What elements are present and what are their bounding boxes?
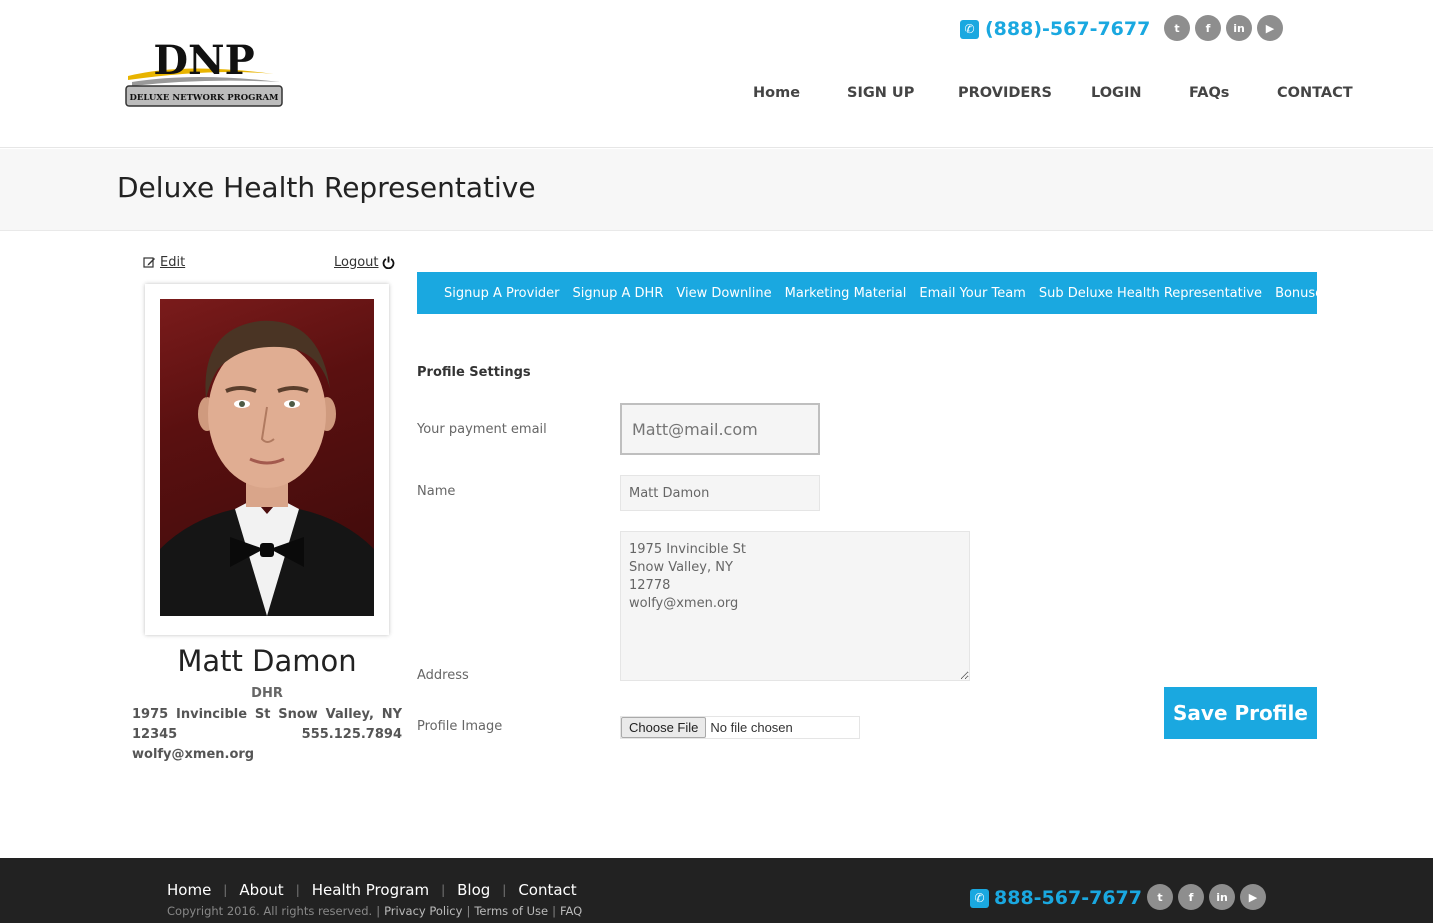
site-header: DNP DELUXE NETWORK PROGRAM ✆ (888)-567-7…	[0, 0, 1433, 148]
terms-of-use-link[interactable]: Terms of Use	[474, 904, 548, 918]
menu-signup-dhr[interactable]: Signup A DHR	[573, 286, 664, 301]
menu-bonuses[interactable]: Bonuses	[1275, 286, 1330, 301]
logout-label: Logout	[334, 255, 379, 270]
power-icon	[382, 256, 394, 269]
footer-link-health-program[interactable]: Health Program	[312, 881, 429, 899]
menu-view-downline[interactable]: View Downline	[676, 286, 771, 301]
profile-photo-frame	[145, 284, 389, 635]
address-textarea[interactable]: 1975 Invincible St Snow Valley, NY 12778…	[620, 531, 970, 681]
phone-icon: ✆	[960, 19, 979, 39]
footer-separator: |	[295, 883, 300, 897]
footer-link-about[interactable]: About	[239, 881, 283, 899]
footer-copyright: Copyright 2016. All rights reserved. | P…	[167, 904, 582, 918]
profile-image-label: Profile Image	[417, 719, 503, 734]
nav-faqs[interactable]: FAQs	[1189, 85, 1277, 101]
footer-phone[interactable]: ✆ 888-567-7677	[970, 887, 1142, 909]
menu-sub-dhr[interactable]: Sub Deluxe Health Representative	[1039, 286, 1262, 301]
address-label: Address	[417, 668, 469, 683]
menu-marketing-material[interactable]: Marketing Material	[785, 286, 907, 301]
youtube-icon[interactable]: ▶	[1240, 884, 1266, 910]
profile-image-file-input[interactable]: Choose File No file chosen	[620, 716, 860, 739]
footer-separator: |	[502, 883, 507, 897]
header-social-links: t f in ▶	[1164, 15, 1283, 41]
payment-email-input[interactable]	[620, 403, 820, 455]
save-profile-button[interactable]: Save Profile	[1164, 687, 1317, 739]
footer-link-home[interactable]: Home	[167, 881, 211, 899]
privacy-policy-link[interactable]: Privacy Policy	[384, 904, 462, 918]
site-footer: Home | About | Health Program | Blog | C…	[0, 858, 1433, 923]
footer-separator: |	[223, 883, 228, 897]
header-phone-number: (888)-567-7677	[985, 18, 1151, 40]
page-title: Deluxe Health Representative	[117, 171, 536, 204]
phone-icon: ✆	[970, 888, 989, 908]
site-logo[interactable]: DNP DELUXE NETWORK PROGRAM	[124, 36, 284, 110]
facebook-icon[interactable]: f	[1178, 884, 1204, 910]
footer-social-links: t f in ▶	[1147, 884, 1266, 910]
footer-separator: |	[552, 904, 556, 918]
name-input[interactable]	[620, 475, 820, 511]
profile-settings-title: Profile Settings	[417, 365, 531, 380]
payment-email-label: Your payment email	[417, 422, 547, 437]
menu-signup-provider[interactable]: Signup A Provider	[444, 286, 560, 301]
footer-separator: |	[441, 883, 446, 897]
nav-login[interactable]: LOGIN	[1091, 85, 1189, 101]
profile-name: Matt Damon	[177, 644, 357, 678]
footer-phone-number: 888-567-7677	[994, 887, 1142, 909]
nav-home[interactable]: Home	[753, 85, 847, 101]
footer-link-contact[interactable]: Contact	[518, 881, 576, 899]
profile-role: DHR	[251, 686, 283, 701]
header-phone[interactable]: ✆ (888)-567-7677	[960, 18, 1150, 40]
copyright-text: Copyright 2016. All rights reserved.	[167, 904, 373, 918]
youtube-icon[interactable]: ▶	[1257, 15, 1283, 41]
footer-separator: |	[376, 904, 381, 918]
twitter-icon[interactable]: t	[1147, 884, 1173, 910]
title-band: Deluxe Health Representative	[0, 149, 1433, 231]
profile-photo-portrait	[160, 320, 374, 616]
dashboard-menu: Signup A Provider Signup A DHR View Down…	[417, 272, 1330, 314]
footer-separator: |	[466, 904, 471, 918]
file-status: No file chosen	[710, 720, 793, 735]
logo-subtitle: DELUXE NETWORK PROGRAM	[130, 93, 280, 103]
edit-label: Edit	[160, 255, 186, 270]
profile-photo	[160, 299, 374, 616]
profile-address: 1975 Invincible St Snow Valley, NY 12345…	[132, 707, 402, 762]
twitter-icon[interactable]: t	[1164, 15, 1190, 41]
edit-icon	[143, 257, 155, 268]
linkedin-icon[interactable]: in	[1209, 884, 1235, 910]
logo-title: DNP	[153, 37, 254, 84]
logo-graphic: DNP DELUXE NETWORK PROGRAM	[125, 37, 283, 107]
menu-email-team[interactable]: Email Your Team	[919, 286, 1025, 301]
logout-link[interactable]: Logout	[334, 255, 395, 270]
linkedin-icon[interactable]: in	[1226, 15, 1252, 41]
footer-nav: Home | About | Health Program | Blog | C…	[167, 881, 577, 899]
faq-link[interactable]: FAQ	[560, 904, 582, 918]
nav-contact[interactable]: CONTACT	[1277, 85, 1357, 101]
footer-link-blog[interactable]: Blog	[457, 881, 490, 899]
choose-file-button[interactable]: Choose File	[621, 717, 707, 738]
nav-providers[interactable]: PROVIDERS	[958, 85, 1091, 101]
main-nav: Home SIGN UP PROVIDERS LOGIN FAQs CONTAC…	[753, 85, 1357, 101]
name-label: Name	[417, 484, 456, 499]
nav-sign-up[interactable]: SIGN UP	[847, 85, 958, 101]
facebook-icon[interactable]: f	[1195, 15, 1221, 41]
edit-link[interactable]: Edit	[143, 255, 185, 270]
